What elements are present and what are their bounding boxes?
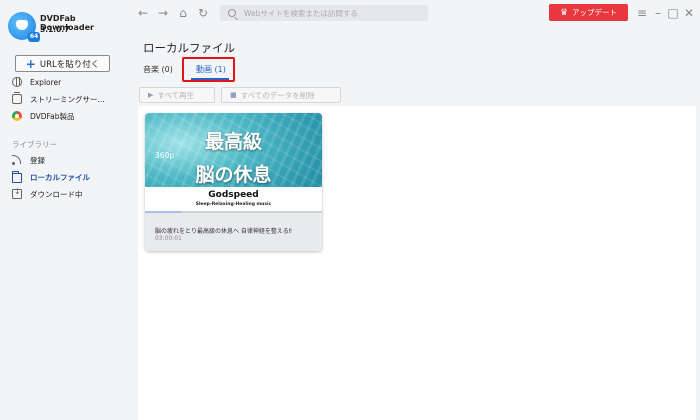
thumbnail-brand: Godspeed: [208, 190, 259, 200]
search-box[interactable]: [220, 5, 428, 21]
sidebar-item-label: Explorer: [30, 77, 62, 87]
tab-video[interactable]: 動画 (1): [196, 64, 226, 75]
app-version: 3.1.0.7: [40, 25, 70, 34]
forward-arrow-icon[interactable]: →: [156, 6, 170, 20]
search-icon: [228, 9, 236, 17]
sidebar-item-label: 登録: [30, 155, 45, 165]
play-all-label: すべて再生: [157, 90, 195, 100]
plus-icon: +: [25, 56, 36, 71]
thumbnail-title-line2: 脳の休息: [195, 164, 272, 186]
video-title: 脳の疲れをとり最高級の休息へ 自律神経を整える‼: [155, 228, 292, 235]
progress-fill: [145, 211, 183, 213]
page-title: ローカルファイル: [143, 41, 235, 55]
delete-all-button[interactable]: ■ すべてのデータを削除: [221, 87, 341, 103]
scrollbar[interactable]: [696, 32, 700, 420]
sidebar-item-subscriptions[interactable]: 登録: [12, 153, 122, 167]
thumbnail-subtitle: Sleep-Relaxing-Healing music: [195, 202, 272, 207]
sidebar-item-downloading[interactable]: ダウンロード中: [12, 187, 122, 201]
progress-track: [145, 211, 322, 213]
paste-url-button[interactable]: + URLを貼り付く: [15, 55, 110, 72]
sidebar-item-label: ローカルファイル: [30, 172, 90, 182]
play-all-button[interactable]: ▶ すべて再生: [139, 87, 215, 103]
streaming-icon: [12, 92, 22, 104]
crown-icon: ♛: [559, 7, 569, 18]
resolution-label: 360p: [155, 151, 175, 160]
paste-url-label: URLを貼り付く: [39, 59, 100, 70]
play-icon: ▶: [148, 91, 154, 99]
back-arrow-icon[interactable]: ←: [136, 6, 150, 20]
tab-underline: [191, 78, 229, 80]
sidebar-item-explorer[interactable]: Explorer: [12, 75, 122, 89]
thumbnail-title-line1: 最高級: [204, 131, 262, 153]
sidebar-item-streaming[interactable]: ストリーミングサー...: [12, 92, 122, 106]
minimize-icon[interactable]: –: [651, 6, 665, 20]
sidebar-item-label: ストリーミングサー...: [30, 94, 105, 104]
download-icon: [12, 187, 22, 199]
upgrade-button[interactable]: ♛ アップデート: [549, 4, 628, 21]
refresh-icon[interactable]: ↻: [196, 6, 210, 20]
globe-icon: [12, 77, 22, 87]
folder-icon: [12, 171, 22, 183]
library-heading: ライブラリー: [12, 140, 57, 149]
sidebar-item-label: ダウンロード中: [30, 189, 83, 199]
home-icon[interactable]: ⌂: [176, 6, 190, 20]
trash-icon: ■: [230, 91, 237, 99]
sidebar-item-label: DVDFab製品: [30, 111, 75, 121]
delete-all-label: すべてのデータを削除: [240, 90, 315, 100]
video-card[interactable]: 最高級 360p 脳の休息 Godspeed Sleep-Relaxing-He…: [145, 113, 322, 251]
menu-icon[interactable]: ≡: [635, 6, 649, 20]
sidebar: 64 DVDFab Downloader 3.1.0.7 + URLを貼り付く …: [0, 0, 126, 420]
rss-icon: [12, 155, 22, 165]
maximize-icon[interactable]: □: [666, 6, 680, 20]
arch-badge: 64: [28, 32, 40, 42]
video-duration: 03:00:01: [155, 235, 182, 242]
search-input[interactable]: [244, 8, 424, 18]
close-icon[interactable]: ✕: [682, 6, 696, 20]
upgrade-label: アップデート: [572, 8, 618, 17]
sidebar-item-local-files[interactable]: ローカルファイル: [12, 170, 122, 184]
tab-music[interactable]: 音楽 (0): [143, 64, 173, 75]
sidebar-item-dvdfab[interactable]: DVDFab製品: [12, 109, 122, 123]
dvdfab-icon: [12, 111, 22, 121]
